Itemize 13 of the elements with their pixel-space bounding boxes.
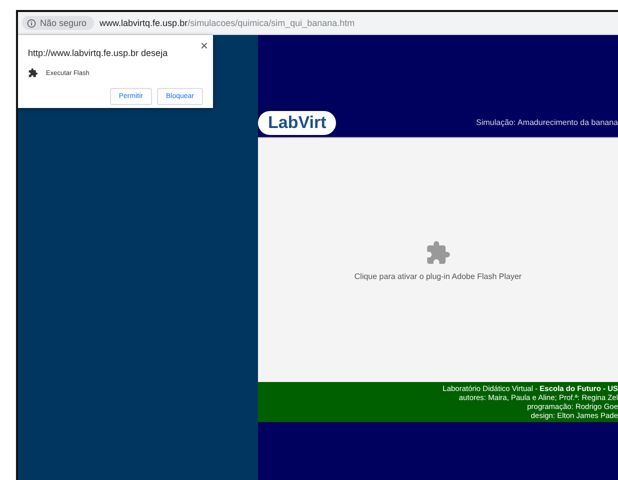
info-icon [27, 18, 36, 28]
address-bar[interactable]: Não seguro www.labvirtq.fe.usp.br/simulacoes/quimica/sim_qui_banana.htm [18, 12, 618, 35]
puzzle-icon [425, 240, 451, 266]
logo: LabVirt [258, 111, 336, 135]
puzzle-icon [28, 68, 38, 78]
close-button[interactable]: × [200, 38, 208, 53]
plugin-message: Clique para ativar o plug-in Adobe Flash Player [354, 272, 522, 280]
security-chip[interactable]: Não seguro [22, 16, 94, 30]
simulation-title: Simulação: Amadurecimento da banana [476, 118, 618, 127]
url-host: www.labvirtq.fe.usp.br [100, 18, 188, 28]
plugin-placeholder[interactable]: Clique para ativar o plug-in Adobe Flash Player [258, 137, 618, 382]
url-path: /simulacoes/quimica/sim_qui_banana.htm [188, 18, 355, 28]
popup-title: http://www.labvirtq.fe.usp.br deseja [28, 48, 168, 58]
